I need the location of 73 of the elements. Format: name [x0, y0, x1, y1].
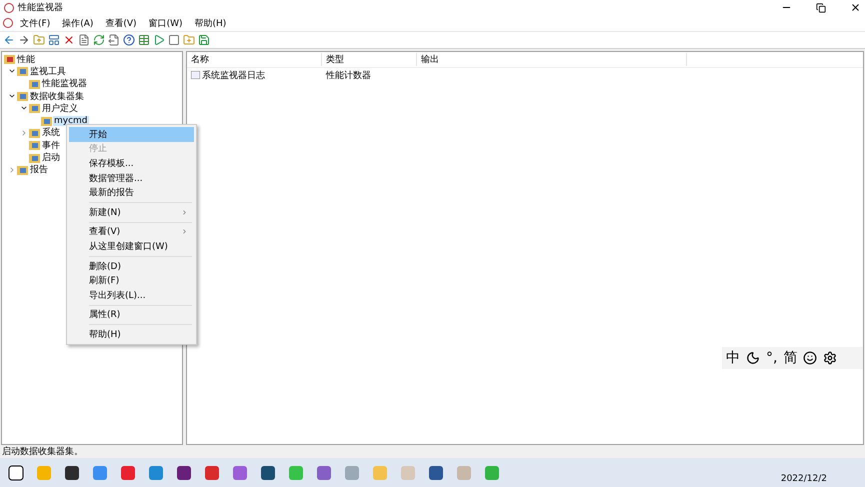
help-icon[interactable]	[123, 34, 135, 46]
menu-item[interactable]: 删除(D)	[69, 258, 194, 274]
app-icon[interactable]	[8, 464, 24, 480]
restore-icon[interactable]	[816, 2, 826, 12]
menu-item[interactable]: 查看(V)	[69, 224, 194, 240]
menu-item[interactable]: 数据管理器...	[69, 170, 194, 186]
folder-icon	[17, 164, 28, 175]
delete-icon[interactable]	[63, 34, 75, 46]
tree-item[interactable]: 数据收集器集	[29, 90, 85, 103]
play-icon[interactable]	[153, 34, 165, 46]
menu-item[interactable]: 帮助(H)	[190, 16, 232, 30]
folder-icon	[29, 128, 40, 138]
moon-icon[interactable]	[746, 351, 760, 365]
folder-icon	[29, 152, 40, 163]
app-icon[interactable]	[176, 464, 192, 480]
app-icon[interactable]	[260, 464, 276, 480]
menu-item[interactable]: 最新的报告	[69, 185, 194, 200]
table-cell[interactable]: 系统监视器日志	[202, 68, 265, 82]
forward-icon[interactable]	[18, 34, 30, 46]
ime-punctuation[interactable]: °,	[766, 350, 778, 366]
menu-item[interactable]: 查看(V)	[100, 16, 142, 30]
table-icon[interactable]	[138, 34, 150, 46]
folder-icon	[29, 140, 40, 150]
ime-script[interactable]: 简	[783, 349, 798, 367]
folder-icon	[17, 66, 28, 76]
close-icon[interactable]	[850, 2, 861, 13]
settings-icon[interactable]	[823, 351, 838, 365]
collapse-icon[interactable]	[8, 166, 16, 174]
folder-new-icon[interactable]	[183, 34, 195, 46]
column-header[interactable]: 类型	[322, 53, 417, 66]
ime-mode[interactable]: 中	[726, 349, 740, 367]
stop-icon[interactable]	[168, 34, 180, 46]
status-bar: 启动数据收集器集。	[0, 445, 865, 458]
menu-item[interactable]: 刷新(F)	[69, 273, 194, 288]
menu-item[interactable]: 窗口(W)	[144, 16, 188, 30]
tree-item[interactable]: 监视工具	[29, 64, 67, 78]
folder-icon	[29, 103, 40, 114]
menu-item[interactable]: 帮助(H)	[69, 327, 194, 342]
folder-icon	[41, 116, 52, 126]
column-header[interactable]: 输出	[417, 53, 687, 66]
refresh-icon[interactable]	[93, 34, 105, 46]
column-header[interactable]: 名称	[187, 53, 322, 66]
tree-item[interactable]: 事件	[41, 138, 61, 152]
date-text: 2022/12/2	[780, 474, 827, 484]
menu-item[interactable]: 操作(A)	[57, 16, 98, 30]
chart-icon	[191, 71, 200, 79]
tree-item[interactable]: 性能	[16, 52, 36, 66]
tree-item[interactable]: 性能监视器	[41, 77, 88, 90]
menu-item[interactable]: 属性(R)	[69, 308, 194, 322]
back-icon[interactable]	[3, 34, 15, 46]
tree-item[interactable]: 用户定义	[41, 102, 79, 115]
folder-icon	[17, 91, 28, 102]
menu-item[interactable]: 保存模板...	[69, 156, 194, 171]
tree-item[interactable]: 启动	[41, 151, 61, 164]
save-icon[interactable]	[198, 34, 210, 46]
menu-item[interactable]: 导出列表(L)...	[69, 288, 194, 303]
menu-item[interactable]: 从这里创建窗口(W)	[69, 239, 194, 254]
menu-item[interactable]: 文件(F)	[15, 16, 56, 30]
tree-item[interactable]: mycmd	[53, 116, 89, 126]
app-icon[interactable]	[64, 464, 80, 480]
panel-icon[interactable]	[48, 34, 60, 46]
tree-item[interactable]: 系统	[41, 126, 61, 140]
table-cell-text: 性能计数器	[326, 70, 371, 82]
smiley-icon[interactable]	[803, 351, 818, 365]
tree-item[interactable]: 报告	[29, 163, 49, 176]
menu-item[interactable]: 开始	[69, 127, 194, 142]
window-title: 性能监视器	[18, 2, 64, 14]
collapse-icon[interactable]	[20, 128, 28, 137]
document-icon[interactable]	[78, 34, 90, 46]
menu-item[interactable]: 新建(N)	[69, 204, 194, 220]
folder-icon	[29, 78, 40, 89]
folder-icon	[4, 54, 15, 64]
export-icon[interactable]	[108, 34, 120, 46]
